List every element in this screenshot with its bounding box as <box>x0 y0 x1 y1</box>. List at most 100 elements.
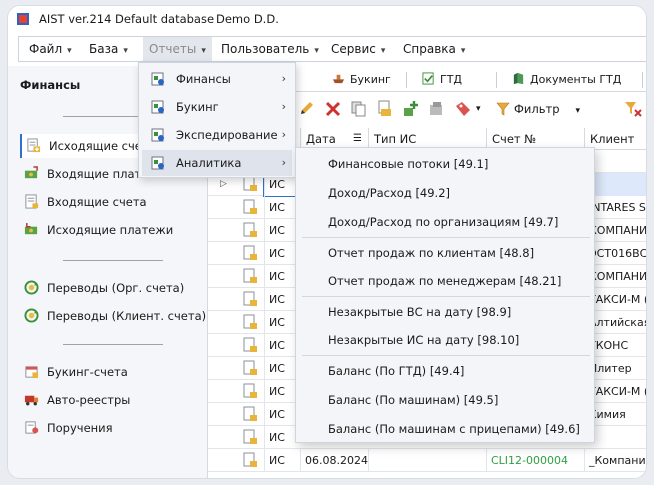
report-icon <box>151 156 164 170</box>
customs-icon <box>422 72 434 85</box>
nav-orders[interactable]: Поручения <box>20 416 206 440</box>
row-invoice-number: CLI12-000004 <box>486 449 584 472</box>
nav-auto-registers[interactable]: Авто-реестры <box>20 388 206 412</box>
money-out-icon <box>24 222 38 235</box>
report-sales-by-client[interactable]: Отчет продаж по клиентам [48.8] <box>328 241 534 265</box>
money-in-icon <box>24 166 38 179</box>
chevron-right-icon: › <box>281 156 286 169</box>
divider <box>63 344 163 345</box>
report-income-expense[interactable]: Доход/Расход [49.2] <box>328 181 450 205</box>
ship-icon <box>332 74 345 84</box>
document-add-icon <box>243 452 257 467</box>
menu-user[interactable]: Пользователь ▾ <box>215 37 325 61</box>
nav-incoming-invoices[interactable]: Входящие счета <box>20 190 206 214</box>
report-icon <box>151 100 164 114</box>
booking-icon <box>25 366 39 379</box>
export-icon[interactable] <box>428 100 446 118</box>
chevron-down-icon[interactable]: ▾ <box>476 104 481 114</box>
module-tabs: Букинг ГТД Документы ГТД <box>290 68 646 92</box>
menu-item-booking[interactable]: Букинг › <box>142 94 292 120</box>
column-label: Дата <box>306 132 336 146</box>
menu-help-label: Справка <box>403 42 456 56</box>
folder-icon <box>513 72 524 85</box>
table-row[interactable]: ИС 06.08.2024 CLI12-000004 _Компания <box>208 449 646 472</box>
chevron-right-icon: › <box>281 72 286 85</box>
app-logo-icon <box>17 13 29 25</box>
report-income-expense-by-org[interactable]: Доход/Расход по организациям [49.7] <box>328 210 558 234</box>
document-add-icon <box>243 199 257 214</box>
add-green-icon[interactable] <box>402 100 420 118</box>
document-add-icon <box>243 176 257 191</box>
document-add-icon <box>243 383 257 398</box>
nav-transfers-client[interactable]: Переводы (Клиент. счета) <box>20 304 206 328</box>
edit-icon[interactable] <box>298 100 316 118</box>
filter-button[interactable]: Фильтр ▾ <box>496 100 580 118</box>
clear-filter-icon[interactable] <box>624 100 642 118</box>
filter-icon <box>496 102 510 116</box>
chevron-right-icon: › <box>281 100 286 113</box>
chevron-down-icon: ▾ <box>201 46 206 56</box>
report-balance-vehicles[interactable]: Баланс (По машинам) [49.5] <box>328 388 498 412</box>
row-icon-cell <box>238 334 262 357</box>
row-invoice-type <box>368 449 486 472</box>
tab-customs-documents[interactable]: Документы ГТД <box>512 68 621 92</box>
print-icon[interactable] <box>376 100 394 118</box>
reports-dropdown: Финансы › Букинг › Экспедирование › Анал… <box>138 62 296 178</box>
column-label: Клиент <box>590 132 635 146</box>
tab-booking[interactable]: Букинг <box>332 68 391 92</box>
menu-item-forwarding[interactable]: Экспедирование › <box>142 122 292 148</box>
menu-separator <box>302 355 590 356</box>
chevron-down-icon: ▾ <box>314 46 319 56</box>
tab-customs[interactable]: ГТД <box>422 68 462 92</box>
document-icon <box>25 194 39 209</box>
copy-icon[interactable] <box>350 100 368 118</box>
chevron-down-icon: ▾ <box>380 46 386 56</box>
column-label: Счет № <box>492 132 537 146</box>
row-icon-cell <box>238 426 262 449</box>
tab-divider <box>406 72 407 88</box>
report-balance-vehicles-trailers[interactable]: Баланс (По машинам с прицепами) [49.6] <box>328 417 580 441</box>
chevron-down-icon: ▾ <box>460 46 466 56</box>
menu-item-label: Аналитика <box>176 156 242 170</box>
row-client: _Компания <box>584 449 646 472</box>
menu-user-label: Пользователь <box>221 42 310 56</box>
menu-item-label: Финансы <box>176 72 231 86</box>
document-add-icon <box>243 268 257 283</box>
row-type: ИС <box>264 449 300 472</box>
menu-item-analytics[interactable]: Аналитика › <box>142 150 292 176</box>
document-add-icon <box>27 138 41 153</box>
report-unclosed-outgoing[interactable]: Незакрытые ИС на дату [98.10] <box>328 328 519 352</box>
delete-icon[interactable] <box>324 100 342 118</box>
menu-help[interactable]: Справка ▾ <box>397 37 471 61</box>
nav-label: Букинг-счета <box>47 365 128 379</box>
menu-bar: Файл ▾ База ▾ Отчеты ▾ Пользователь ▾ Сервис… <box>18 36 646 62</box>
nav-booking-invoices[interactable]: Букинг-счета <box>20 360 206 384</box>
menu-database[interactable]: База ▾ <box>83 37 134 61</box>
nav-label: Переводы (Клиент. счета) <box>47 309 207 323</box>
nav-transfers-org[interactable]: Переводы (Орг. счета) <box>20 276 206 300</box>
tab-label: Букинг <box>350 73 391 86</box>
menu-reports[interactable]: Отчеты ▾ <box>143 37 212 61</box>
report-unclosed-incoming[interactable]: Незакрытые ВС на дату [98.9] <box>328 300 511 324</box>
nav-outgoing-payments[interactable]: Исходящие платежи <box>20 218 206 242</box>
menu-separator <box>302 237 590 238</box>
app-window: AIST ver.214 Default database Demo D.D. … <box>8 6 646 478</box>
panel-title: Финансы <box>20 78 81 92</box>
document-add-icon <box>243 245 257 260</box>
row-icon-cell <box>238 357 262 380</box>
document-add-icon <box>243 291 257 306</box>
tag-icon[interactable] <box>454 100 472 118</box>
filter-label: Фильтр <box>514 102 560 116</box>
report-sales-by-manager[interactable]: Отчет продаж по менеджерам [48.21] <box>328 269 561 293</box>
transfer-icon <box>24 280 39 295</box>
menu-file[interactable]: Файл ▾ <box>23 37 78 61</box>
row-indicator-icon: ▷ <box>220 179 227 189</box>
chevron-right-icon: › <box>281 128 286 141</box>
menu-item-finance[interactable]: Финансы › <box>142 66 292 92</box>
nav-label: Входящие счета <box>47 195 147 209</box>
row-icon-cell <box>238 449 262 472</box>
menu-service[interactable]: Сервис ▾ <box>325 37 391 61</box>
menu-reports-label: Отчеты <box>149 42 197 56</box>
report-balance-customs[interactable]: Баланс (По ГТД) [49.4] <box>328 359 464 383</box>
report-financial-flows[interactable]: Финансовые потоки [49.1] <box>328 152 488 176</box>
